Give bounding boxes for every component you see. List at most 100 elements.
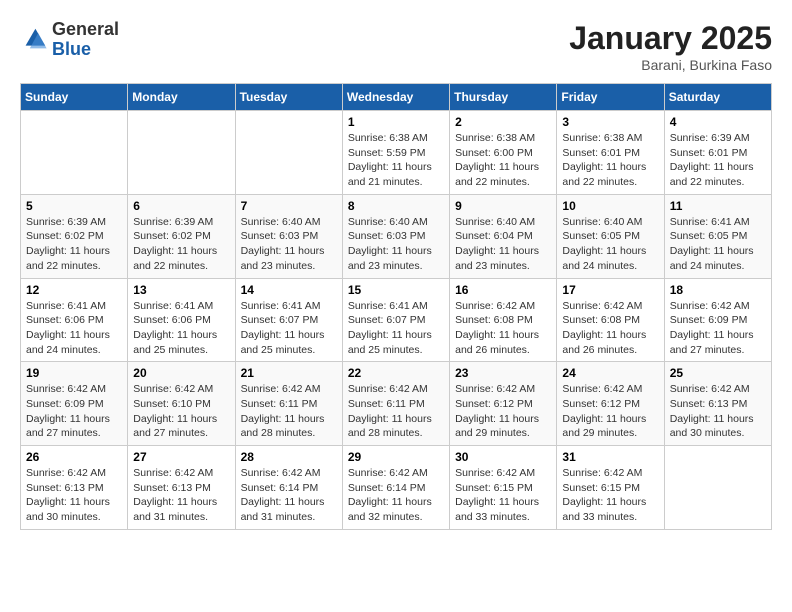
calendar-cell: 28 Sunrise: 6:42 AMSunset: 6:14 PMDayligh… bbox=[235, 446, 342, 530]
day-number: 14 bbox=[241, 283, 337, 297]
day-info: Sunrise: 6:40 AMSunset: 6:04 PMDaylight:… bbox=[455, 215, 551, 274]
day-number: 17 bbox=[562, 283, 658, 297]
day-number: 18 bbox=[670, 283, 766, 297]
logo-icon bbox=[20, 26, 48, 54]
day-number: 28 bbox=[241, 450, 337, 464]
calendar-week-3: 12 Sunrise: 6:41 AMSunset: 6:06 PMDayligh… bbox=[21, 278, 772, 362]
calendar-cell: 5 Sunrise: 6:39 AMSunset: 6:02 PMDaylight… bbox=[21, 194, 128, 278]
calendar-cell: 10Sunrise: 6:40 AMSunset: 6:05 PMDayligh… bbox=[557, 194, 664, 278]
calendar-cell: 27Sunrise: 6:42 AMSunset: 6:13 PMDayligh… bbox=[128, 446, 235, 530]
calendar-cell: 17Sunrise: 6:42 AMSunset: 6:08 PMDayligh… bbox=[557, 278, 664, 362]
day-info: Sunrise: 6:41 AMSunset: 6:06 PMDaylight:… bbox=[133, 299, 229, 358]
title-area: January 2025 Barani, Burkina Faso bbox=[569, 20, 772, 73]
day-number: 3 bbox=[562, 115, 658, 129]
day-number: 31 bbox=[562, 450, 658, 464]
day-info: Sunrise: 6:42 AMSunset: 6:09 PMDaylight:… bbox=[26, 382, 122, 441]
day-info: Sunrise: 6:40 AMSunset: 6:03 PMDaylight:… bbox=[348, 215, 444, 274]
day-number: 21 bbox=[241, 366, 337, 380]
calendar-cell: 29 Sunrise: 6:42 AMSunset: 6:14 PMDayligh… bbox=[342, 446, 449, 530]
calendar-table: SundayMondayTuesdayWednesdayThursdayFrid… bbox=[20, 83, 772, 530]
day-info: Sunrise: 6:38 AMSunset: 6:01 PMDaylight:… bbox=[562, 131, 658, 190]
day-info: Sunrise: 6:38 AMSunset: 6:00 PMDaylight:… bbox=[455, 131, 551, 190]
calendar-cell: 15 Sunrise: 6:41 AMSunset: 6:07 PMDayligh… bbox=[342, 278, 449, 362]
day-number: 26 bbox=[26, 450, 122, 464]
day-number: 8 bbox=[348, 199, 444, 213]
day-number: 9 bbox=[455, 199, 551, 213]
day-number: 25 bbox=[670, 366, 766, 380]
calendar-cell: 8 Sunrise: 6:40 AMSunset: 6:03 PMDaylight… bbox=[342, 194, 449, 278]
day-info: Sunrise: 6:42 AMSunset: 6:13 PMDaylight:… bbox=[670, 382, 766, 441]
calendar-cell: 20Sunrise: 6:42 AMSunset: 6:10 PMDayligh… bbox=[128, 362, 235, 446]
weekday-header-saturday: Saturday bbox=[664, 84, 771, 111]
day-info: Sunrise: 6:42 AMSunset: 6:15 PMDaylight:… bbox=[455, 466, 551, 525]
calendar-cell: 3 Sunrise: 6:38 AMSunset: 6:01 PMDaylight… bbox=[557, 111, 664, 195]
day-number: 19 bbox=[26, 366, 122, 380]
day-number: 2 bbox=[455, 115, 551, 129]
day-info: Sunrise: 6:42 AMSunset: 6:14 PMDaylight:… bbox=[241, 466, 337, 525]
day-info: Sunrise: 6:42 AMSunset: 6:15 PMDaylight:… bbox=[562, 466, 658, 525]
weekday-header-sunday: Sunday bbox=[21, 84, 128, 111]
day-info: Sunrise: 6:42 AMSunset: 6:13 PMDaylight:… bbox=[26, 466, 122, 525]
calendar-cell: 19 Sunrise: 6:42 AMSunset: 6:09 PMDayligh… bbox=[21, 362, 128, 446]
day-number: 7 bbox=[241, 199, 337, 213]
day-info: Sunrise: 6:42 AMSunset: 6:14 PMDaylight:… bbox=[348, 466, 444, 525]
calendar-cell bbox=[664, 446, 771, 530]
day-info: Sunrise: 6:42 AMSunset: 6:11 PMDaylight:… bbox=[241, 382, 337, 441]
day-info: Sunrise: 6:42 AMSunset: 6:09 PMDaylight:… bbox=[670, 299, 766, 358]
day-number: 4 bbox=[670, 115, 766, 129]
calendar-cell: 4 Sunrise: 6:39 AMSunset: 6:01 PMDaylight… bbox=[664, 111, 771, 195]
calendar-cell: 18 Sunrise: 6:42 AMSunset: 6:09 PMDayligh… bbox=[664, 278, 771, 362]
calendar-week-1: 1 Sunrise: 6:38 AMSunset: 5:59 PMDaylight… bbox=[21, 111, 772, 195]
day-number: 22 bbox=[348, 366, 444, 380]
calendar-cell: 25 Sunrise: 6:42 AMSunset: 6:13 PMDayligh… bbox=[664, 362, 771, 446]
day-number: 12 bbox=[26, 283, 122, 297]
logo: General Blue bbox=[20, 20, 119, 60]
calendar-week-5: 26 Sunrise: 6:42 AMSunset: 6:13 PMDayligh… bbox=[21, 446, 772, 530]
page-header: General Blue January 2025 Barani, Burkin… bbox=[20, 20, 772, 73]
day-number: 29 bbox=[348, 450, 444, 464]
logo-text: General Blue bbox=[52, 20, 119, 60]
day-info: Sunrise: 6:40 AMSunset: 6:03 PMDaylight:… bbox=[241, 215, 337, 274]
calendar-week-4: 19 Sunrise: 6:42 AMSunset: 6:09 PMDayligh… bbox=[21, 362, 772, 446]
day-info: Sunrise: 6:40 AMSunset: 6:05 PMDaylight:… bbox=[562, 215, 658, 274]
day-info: Sunrise: 6:42 AMSunset: 6:10 PMDaylight:… bbox=[133, 382, 229, 441]
calendar-cell: 7 Sunrise: 6:40 AMSunset: 6:03 PMDaylight… bbox=[235, 194, 342, 278]
day-info: Sunrise: 6:41 AMSunset: 6:07 PMDaylight:… bbox=[348, 299, 444, 358]
calendar-cell: 16Sunrise: 6:42 AMSunset: 6:08 PMDayligh… bbox=[450, 278, 557, 362]
day-number: 15 bbox=[348, 283, 444, 297]
calendar-cell: 31 Sunrise: 6:42 AMSunset: 6:15 PMDayligh… bbox=[557, 446, 664, 530]
day-number: 11 bbox=[670, 199, 766, 213]
day-info: Sunrise: 6:41 AMSunset: 6:06 PMDaylight:… bbox=[26, 299, 122, 358]
calendar-cell: 13Sunrise: 6:41 AMSunset: 6:06 PMDayligh… bbox=[128, 278, 235, 362]
calendar-header-row: SundayMondayTuesdayWednesdayThursdayFrid… bbox=[21, 84, 772, 111]
calendar-cell bbox=[235, 111, 342, 195]
day-info: Sunrise: 6:39 AMSunset: 6:02 PMDaylight:… bbox=[133, 215, 229, 274]
day-info: Sunrise: 6:41 AMSunset: 6:05 PMDaylight:… bbox=[670, 215, 766, 274]
day-number: 30 bbox=[455, 450, 551, 464]
calendar-cell: 6Sunrise: 6:39 AMSunset: 6:02 PMDaylight… bbox=[128, 194, 235, 278]
calendar-cell: 22Sunrise: 6:42 AMSunset: 6:11 PMDayligh… bbox=[342, 362, 449, 446]
calendar-cell: 11 Sunrise: 6:41 AMSunset: 6:05 PMDayligh… bbox=[664, 194, 771, 278]
calendar-cell: 23Sunrise: 6:42 AMSunset: 6:12 PMDayligh… bbox=[450, 362, 557, 446]
day-info: Sunrise: 6:39 AMSunset: 6:02 PMDaylight:… bbox=[26, 215, 122, 274]
location-subtitle: Barani, Burkina Faso bbox=[569, 57, 772, 73]
day-number: 16 bbox=[455, 283, 551, 297]
day-number: 24 bbox=[562, 366, 658, 380]
calendar-cell: 9 Sunrise: 6:40 AMSunset: 6:04 PMDaylight… bbox=[450, 194, 557, 278]
day-info: Sunrise: 6:42 AMSunset: 6:13 PMDaylight:… bbox=[133, 466, 229, 525]
calendar-cell: 26 Sunrise: 6:42 AMSunset: 6:13 PMDayligh… bbox=[21, 446, 128, 530]
weekday-header-tuesday: Tuesday bbox=[235, 84, 342, 111]
calendar-cell: 1 Sunrise: 6:38 AMSunset: 5:59 PMDaylight… bbox=[342, 111, 449, 195]
calendar-cell: 2 Sunrise: 6:38 AMSunset: 6:00 PMDaylight… bbox=[450, 111, 557, 195]
calendar-cell: 14Sunrise: 6:41 AMSunset: 6:07 PMDayligh… bbox=[235, 278, 342, 362]
day-info: Sunrise: 6:38 AMSunset: 5:59 PMDaylight:… bbox=[348, 131, 444, 190]
day-number: 1 bbox=[348, 115, 444, 129]
day-number: 5 bbox=[26, 199, 122, 213]
weekday-header-friday: Friday bbox=[557, 84, 664, 111]
calendar-cell: 21 Sunrise: 6:42 AMSunset: 6:11 PMDayligh… bbox=[235, 362, 342, 446]
month-title: January 2025 bbox=[569, 20, 772, 57]
day-number: 23 bbox=[455, 366, 551, 380]
day-info: Sunrise: 6:39 AMSunset: 6:01 PMDaylight:… bbox=[670, 131, 766, 190]
weekday-header-thursday: Thursday bbox=[450, 84, 557, 111]
weekday-header-wednesday: Wednesday bbox=[342, 84, 449, 111]
